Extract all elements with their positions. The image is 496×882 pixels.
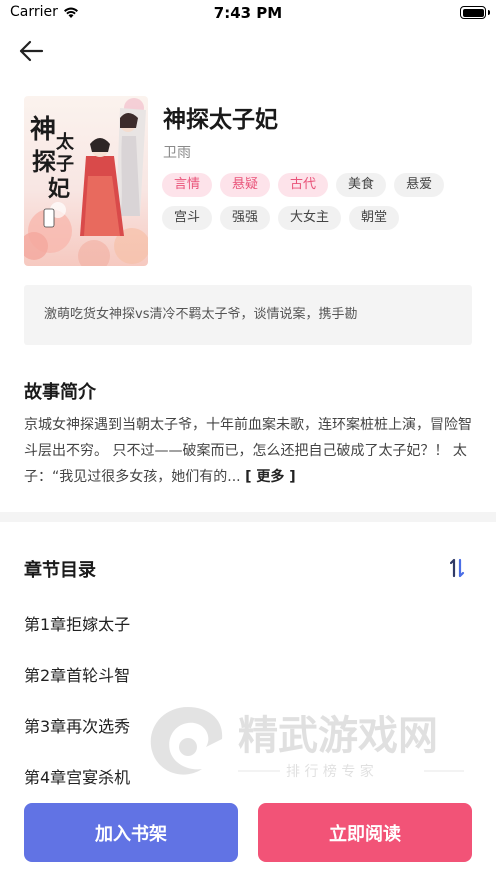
svg-text:探: 探 — [32, 147, 56, 176]
tag-chip[interactable]: 朝堂 — [349, 206, 400, 230]
sort-order-icon[interactable] — [450, 557, 468, 579]
tag-chip[interactable]: 美食 — [336, 173, 387, 197]
tag-chip[interactable]: 大女主 — [278, 206, 342, 230]
tag-chip[interactable]: 悬爱 — [394, 173, 445, 197]
book-title: 神探太子妃 — [163, 107, 278, 133]
chapters-title: 章节目录 — [24, 560, 96, 581]
tag-chip[interactable]: 宫斗 — [162, 206, 213, 230]
svg-text:太: 太 — [56, 131, 75, 153]
book-cover[interactable]: 神 太 探 子 妃 — [24, 96, 148, 266]
more-link[interactable]: [ 更多 ] — [245, 469, 296, 485]
book-author[interactable]: 卫雨 — [163, 142, 191, 162]
add-to-shelf-button[interactable]: 加入书架 — [24, 803, 238, 862]
book-cover-calligraphy: 神 太 探 子 妃 — [30, 115, 75, 202]
read-now-button[interactable]: 立即阅读 — [258, 803, 472, 862]
tag-list: 言情 悬疑 古代 美食 悬爱宫斗 强强 大女主 朝堂 — [162, 173, 462, 230]
status-time: 7:43 PM — [213, 4, 283, 22]
tag-chip[interactable]: 古代 — [278, 173, 329, 197]
watermark-slogan: 排 行 榜 专 家 — [286, 763, 374, 780]
back-button[interactable] — [16, 36, 46, 66]
section-divider — [0, 512, 496, 522]
book-summary: 激萌吃货女神探vs清冷不羁太子爷，谈情说案，携手勘 — [24, 285, 472, 345]
tag-chip[interactable]: 强强 — [220, 206, 271, 230]
intro-title: 故事简介 — [24, 382, 96, 403]
intro-text: 京城女神探遇到当朝太子爷，十年前血案未歌，连环案桩桩上演，冒险智斗层出不穷。 只… — [24, 412, 474, 490]
svg-text:子: 子 — [56, 154, 74, 175]
back-arrow-icon — [19, 40, 44, 62]
svg-text:神: 神 — [30, 115, 56, 145]
watermark-logo: 精武游戏网 排 行 榜 专 家 — [150, 707, 464, 780]
tag-chip[interactable]: 言情 — [162, 173, 213, 197]
svg-text:妃: 妃 — [48, 176, 70, 202]
chapter-item[interactable]: 第1章拒嫁太子 — [24, 607, 464, 658]
watermark-name: 精武游戏网 — [238, 713, 438, 759]
tag-chip[interactable]: 悬疑 — [220, 173, 271, 197]
status-bar: Carrier 7:43 PM — [0, 0, 496, 26]
battery-icon — [460, 6, 486, 19]
